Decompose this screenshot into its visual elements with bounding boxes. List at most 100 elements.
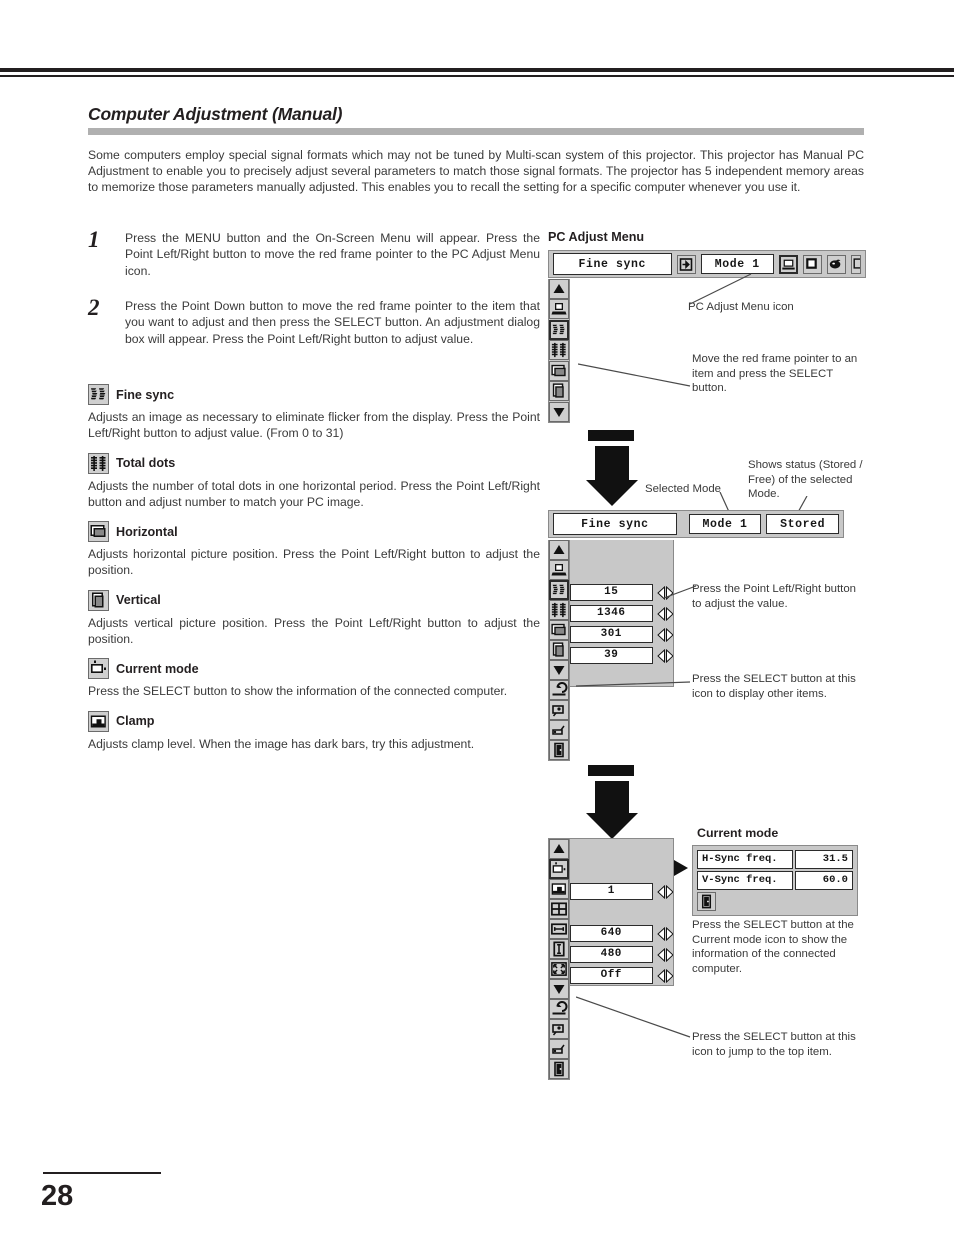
left-right-adjust-icon[interactable] (656, 627, 673, 642)
value-fine-sync[interactable]: 15 (570, 584, 653, 601)
flow-arrow-top (586, 430, 638, 515)
scroll-down-icon[interactable] (549, 401, 569, 422)
annotation-current-mode-info: Press the SELECT button at the Current m… (692, 919, 854, 975)
current-mode-icon[interactable] (549, 859, 569, 879)
area-v-icon[interactable] (549, 939, 569, 959)
section-vertical-body: Adjusts vertical picture position. Press… (88, 615, 540, 647)
vsync-label: V-Sync freq. (697, 871, 794, 890)
manual-page: Computer Adjustment (Manual) Some comput… (0, 0, 954, 1235)
osd-mode-field[interactable]: Mode 1 (700, 254, 774, 274)
leader-line-display-other (576, 681, 691, 687)
osd-bottom-panel: 1 640 480 Off (548, 838, 674, 1080)
section-clamp: Clamp Adjusts clamp level. When the imag… (88, 710, 540, 752)
section-clamp-body: Adjusts clamp level. When the image has … (88, 736, 475, 751)
section-horizontal-head: Horizontal (88, 521, 540, 543)
annotation-adjust-value: Press the Point Left/Right button to adj… (692, 583, 856, 610)
area-h-icon[interactable] (549, 919, 569, 939)
section-fine-sync-head: Fine sync (88, 384, 540, 405)
horizontal-icon[interactable] (549, 620, 569, 640)
mode-free-icon[interactable] (549, 1019, 569, 1039)
flow-arrow-bottom (586, 765, 638, 848)
system-icon[interactable] (549, 299, 569, 319)
leader-line-pc-adjust (689, 273, 752, 305)
image-adjust-icon[interactable] (827, 254, 846, 274)
current-mode-row-hsync: H-Sync freq. 31.5 (697, 850, 853, 869)
title-underline-bar (88, 128, 864, 135)
input-icon[interactable] (676, 254, 696, 274)
section-clamp-title: Clamp (116, 714, 155, 729)
section-total-dots: Total dots Adjusts the number of total d… (88, 452, 540, 511)
intro-paragraph: Some computers employ special signal for… (88, 148, 864, 195)
left-right-adjust-icon[interactable] (656, 884, 673, 899)
value-row-fine-sync: 15 (570, 582, 673, 603)
osd-dialog-mode[interactable]: Mode 1 (688, 514, 762, 534)
display-area-icon[interactable] (549, 899, 569, 919)
section-total-dots-body: Adjusts the number of total dots in one … (88, 478, 540, 509)
left-right-adjust-icon[interactable] (656, 947, 673, 962)
scroll-down-icon[interactable] (549, 660, 569, 680)
osd-bottom-icon-column (548, 838, 570, 1080)
header-rule-thick (0, 68, 954, 72)
leader-line-jump-top (576, 996, 691, 1038)
image-select-icon[interactable] (803, 254, 822, 274)
system-icon[interactable] (549, 560, 569, 580)
value-row-spacer (570, 902, 673, 923)
value-row-area-v: 480 (570, 944, 673, 965)
leader-line-move-pointer (578, 363, 691, 387)
value-row-horizontal: 301 (570, 624, 673, 645)
value-vertical[interactable]: 39 (570, 647, 653, 664)
mode-free-icon[interactable] (549, 700, 569, 720)
vertical-icon[interactable] (549, 640, 569, 660)
section-fine-sync-title: Fine sync (116, 387, 175, 402)
clamp-icon[interactable] (549, 879, 569, 899)
full-screen-icon[interactable] (549, 959, 569, 979)
horizontal-icon[interactable] (549, 360, 569, 381)
store-icon[interactable] (549, 720, 569, 740)
current-mode-icon (88, 658, 109, 680)
left-right-adjust-icon[interactable] (656, 968, 673, 983)
page-number-rule (43, 1172, 161, 1174)
fine-sync-icon[interactable] (549, 580, 569, 600)
reset-icon[interactable] (549, 999, 569, 1019)
total-dots-icon (88, 452, 109, 474)
current-mode-row-vsync: V-Sync freq. 60.0 (697, 871, 853, 890)
section-total-dots-head: Total dots (88, 452, 540, 474)
scroll-down-icon[interactable] (549, 979, 569, 999)
value-total-dots[interactable]: 1346 (570, 605, 653, 622)
pc-adjust-menu-icon[interactable] (779, 254, 798, 274)
reset-icon[interactable] (549, 680, 569, 700)
scroll-up-icon[interactable] (549, 278, 569, 299)
osd-dialog-panel: Fine sync Mode 1 Stored (548, 510, 844, 538)
quit-icon[interactable] (549, 1059, 569, 1079)
value-horizontal[interactable]: 301 (570, 626, 653, 643)
osd-value-fields: 15 1346 301 39 (570, 540, 674, 687)
value-area-h[interactable]: 640 (570, 925, 653, 942)
vertical-icon[interactable] (549, 381, 569, 401)
value-full-screen[interactable]: Off (570, 967, 653, 984)
left-right-adjust-icon[interactable] (656, 648, 673, 663)
step-2-number: 2 (88, 295, 100, 320)
value-clamp[interactable]: 1 (570, 883, 653, 900)
store-icon[interactable] (549, 1039, 569, 1059)
section-total-dots-title: Total dots (116, 456, 176, 471)
left-right-adjust-icon[interactable] (656, 926, 673, 941)
leader-line-adjust-value (664, 585, 697, 599)
section-vertical-head: Vertical (88, 589, 540, 611)
page-number: 28 (41, 1180, 74, 1212)
quit-icon[interactable] (549, 740, 569, 760)
osd-value-icon-column (548, 540, 570, 761)
section-horizontal-body: Adjusts horizontal picture position. Pre… (88, 547, 540, 578)
scroll-up-icon[interactable] (549, 839, 569, 859)
scroll-up-icon[interactable] (549, 540, 569, 560)
quit-icon[interactable] (697, 892, 716, 911)
left-right-adjust-icon[interactable] (656, 606, 673, 621)
screen-menu-icon[interactable] (851, 254, 861, 274)
value-area-v[interactable]: 480 (570, 946, 653, 963)
fine-sync-icon[interactable] (549, 319, 569, 340)
hsync-value: 31.5 (795, 850, 853, 869)
value-row-full-screen: Off (570, 965, 673, 986)
section-current-mode: Current mode Press the SELECT button to … (88, 658, 540, 699)
header-rule-thin (0, 75, 954, 77)
total-dots-icon[interactable] (549, 340, 569, 360)
total-dots-icon[interactable] (549, 600, 569, 620)
